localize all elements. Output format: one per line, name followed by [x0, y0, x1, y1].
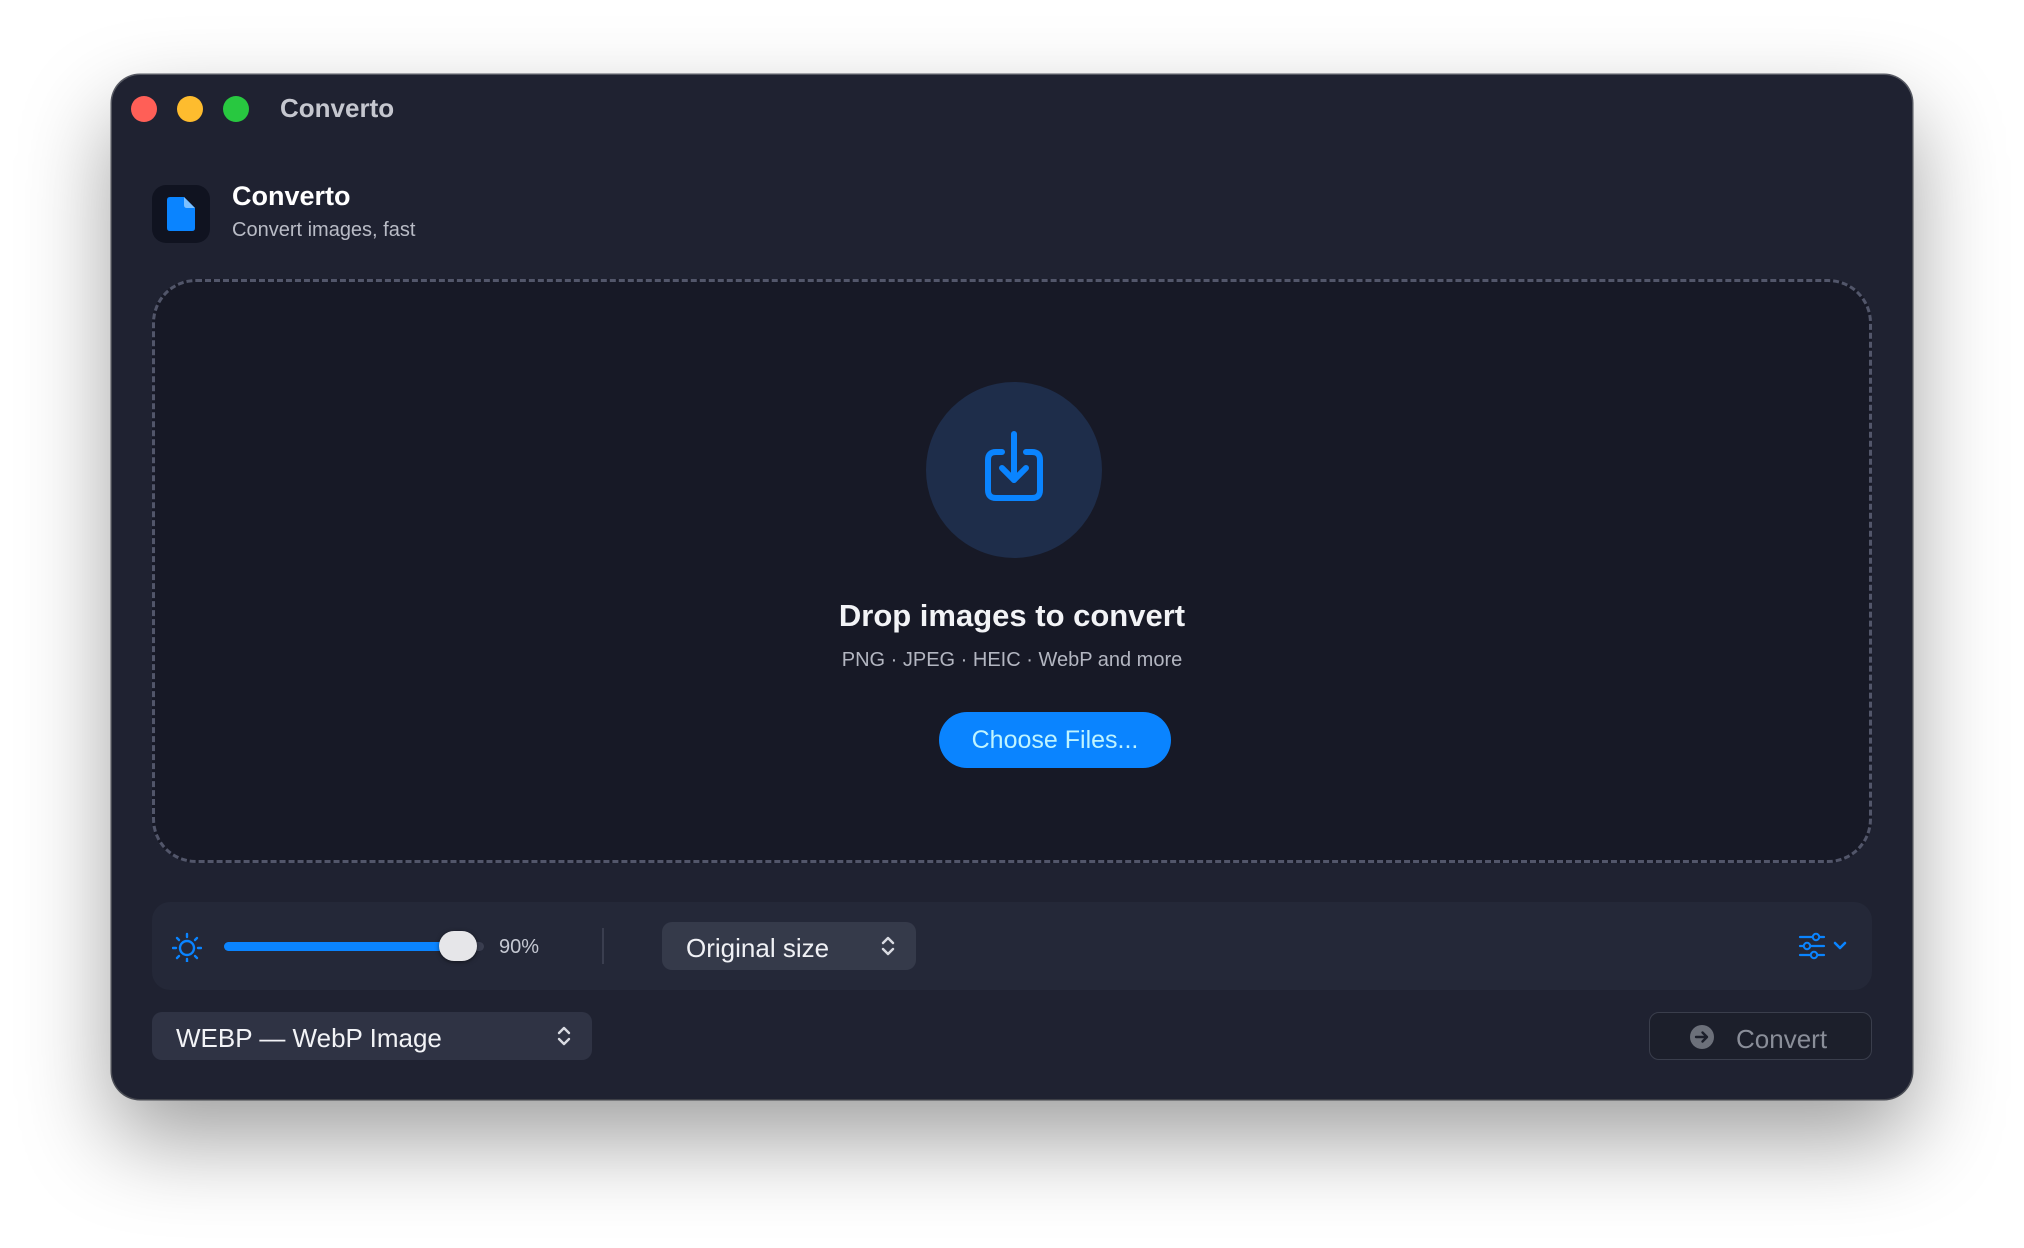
- size-select[interactable]: Original size: [662, 922, 916, 970]
- drop-zone-title: Drop images to convert: [838, 598, 1186, 633]
- sliders-icon: [1798, 932, 1847, 960]
- app-name: Converto: [232, 181, 351, 211]
- document-icon: [167, 197, 195, 231]
- close-window-button[interactable]: [131, 96, 157, 122]
- chevron-up-down-icon: [881, 936, 895, 956]
- quality-slider-thumb[interactable]: [439, 931, 477, 961]
- download-tray-icon: [985, 431, 1043, 501]
- app-window: Converto Converto Convert images, fast D…: [112, 75, 1912, 1099]
- convert-button[interactable]: Convert: [1649, 1012, 1872, 1060]
- zoom-window-button[interactable]: [223, 96, 249, 122]
- convert-button-label: Convert: [1736, 1024, 1828, 1054]
- choose-files-button[interactable]: Choose Files...: [939, 712, 1171, 768]
- title-bar[interactable]: Converto: [112, 75, 1912, 141]
- supported-formats: PNG · JPEG · HEIC · WebP and more: [841, 649, 1183, 671]
- quality-slider-fill: [224, 942, 458, 951]
- toolbar-divider: [602, 928, 604, 964]
- minimize-window-button[interactable]: [177, 96, 203, 122]
- chevron-up-down-icon: [557, 1026, 571, 1046]
- advanced-settings-button[interactable]: [1798, 932, 1854, 960]
- size-select-value: Original size: [686, 933, 830, 963]
- output-format-value: WEBP — WebP Image: [176, 1023, 442, 1053]
- window-title: Converto: [280, 93, 395, 123]
- sun-icon: [172, 932, 202, 962]
- quality-slider[interactable]: [224, 931, 484, 961]
- quality-value: 90%: [499, 936, 540, 958]
- drop-zone[interactable]: Drop images to convert PNG · JPEG · HEIC…: [152, 279, 1872, 863]
- app-tagline: Convert images, fast: [232, 219, 416, 241]
- options-toolbar: 90% Original size: [152, 902, 1872, 990]
- output-format-select[interactable]: WEBP — WebP Image: [152, 1012, 592, 1060]
- drop-icon-circle: [926, 382, 1102, 558]
- arrow-circle-icon: [1690, 1025, 1714, 1049]
- app-logo: [152, 185, 210, 243]
